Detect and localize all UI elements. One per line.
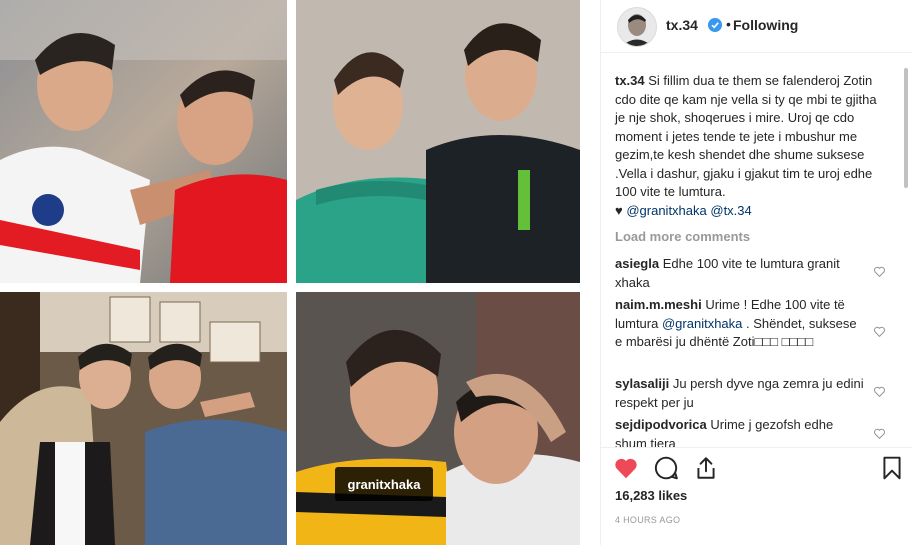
comment-username[interactable]: sylasaliji <box>615 376 669 391</box>
comment-item: naim.m.meshi Urime ! Edhe 100 vite të lu… <box>615 296 867 352</box>
username-link[interactable]: tx.34 <box>666 17 698 33</box>
heart-outline-icon[interactable] <box>873 325 886 338</box>
comment-username[interactable]: naim.m.meshi <box>615 297 702 312</box>
comments-list[interactable]: tx.34 Si fillim dua te them se falendero… <box>601 72 901 447</box>
post-header: tx.34 • Following <box>601 0 912 53</box>
heart-outline-icon[interactable] <box>873 385 886 398</box>
scrollbar-thumb[interactable] <box>904 68 908 188</box>
post-actions: 16,283 likes 4 HOURS AGO <box>601 447 912 546</box>
caption-mention-granitxhaka[interactable]: @granitxhaka <box>626 203 706 218</box>
comment-item: asiegla Edhe 100 vite te lumtura granit … <box>615 255 867 292</box>
heart-outline-icon[interactable] <box>873 265 886 278</box>
comment-username[interactable]: sejdipodvorica <box>615 417 707 432</box>
avatar[interactable] <box>617 7 657 47</box>
likes-count[interactable]: 16,283 likes <box>615 488 687 503</box>
comment-icon[interactable] <box>653 455 679 481</box>
comment-username[interactable]: asiegla <box>615 256 659 271</box>
caption-mention-tx34[interactable]: @tx.34 <box>710 203 751 218</box>
post-image[interactable] <box>0 0 600 545</box>
verified-badge-icon <box>708 18 722 32</box>
photo-tile-4 <box>296 292 580 545</box>
share-icon[interactable] <box>693 455 719 481</box>
header-separator: • <box>726 16 731 32</box>
comment-item: sylasaliji Ju persh dyve nga zemra ju ed… <box>615 375 867 412</box>
caption-author[interactable]: tx.34 <box>615 73 645 88</box>
post-timestamp[interactable]: 4 HOURS AGO <box>615 515 680 525</box>
photo-tile-3 <box>0 292 287 545</box>
comment-mention[interactable]: @granitxhaka <box>662 316 742 331</box>
post-details-panel: tx.34 • Following tx.34 Si fillim dua te… <box>600 0 912 545</box>
heart-outline-icon[interactable] <box>873 427 886 440</box>
bookmark-icon[interactable] <box>879 455 905 481</box>
following-button[interactable]: Following <box>733 17 798 33</box>
photo-tile-2 <box>296 0 580 283</box>
photo-tile-1 <box>0 0 287 283</box>
load-more-comments-button[interactable]: Load more comments <box>615 229 750 244</box>
photo-tag[interactable]: granitxhaka <box>335 467 433 501</box>
caption-heart: ♥ <box>615 202 623 218</box>
post-caption: tx.34 Si fillim dua te them se falendero… <box>615 72 887 220</box>
comment-item: sejdipodvorica Urime j gezofsh edhe shum… <box>615 416 867 447</box>
comments-scrollbar[interactable] <box>903 62 909 447</box>
caption-text: Si fillim dua te them se falenderoj Zoti… <box>615 73 877 199</box>
heart-filled-icon[interactable] <box>613 455 639 481</box>
